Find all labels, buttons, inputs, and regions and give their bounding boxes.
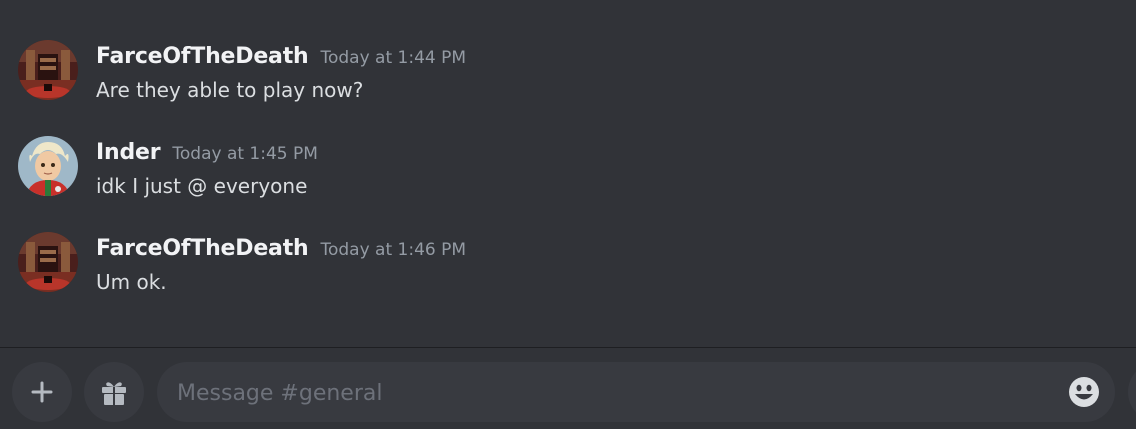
add-attachment-button[interactable] bbox=[12, 362, 72, 422]
message-header: FarceOfTheDeath Today at 1:44 PM bbox=[96, 44, 466, 69]
farce-avatar-image bbox=[18, 40, 78, 100]
username[interactable]: FarceOfTheDeath bbox=[96, 44, 309, 69]
message-item: FarceOfTheDeath Today at 1:44 PM Are the… bbox=[0, 40, 1136, 120]
chat-window: ok FarceOfTheDeath bbox=[0, 0, 1136, 429]
message-list: ok FarceOfTheDeath bbox=[0, 0, 1136, 347]
timestamp: Today at 1:45 PM bbox=[172, 144, 318, 164]
username[interactable]: FarceOfTheDeath bbox=[96, 236, 309, 261]
message-header: Inder Today at 1:45 PM bbox=[96, 140, 318, 165]
username[interactable]: Inder bbox=[96, 140, 161, 165]
smiley-icon bbox=[1069, 377, 1099, 407]
inder-avatar-image bbox=[18, 136, 78, 196]
message-item: Inder Today at 1:45 PM idk I just @ ever… bbox=[0, 136, 1136, 216]
gift-icon bbox=[102, 382, 126, 405]
sticker-button[interactable] bbox=[1128, 362, 1136, 422]
avatar[interactable] bbox=[18, 136, 78, 196]
gift-button[interactable] bbox=[84, 362, 144, 422]
avatar[interactable] bbox=[18, 40, 78, 100]
message-header: FarceOfTheDeath Today at 1:46 PM bbox=[96, 236, 466, 261]
timestamp: Today at 1:46 PM bbox=[320, 240, 467, 260]
timestamp: Today at 1:44 PM bbox=[320, 48, 467, 68]
message-item: FarceOfTheDeath Today at 1:46 PM Um ok. bbox=[0, 232, 1136, 312]
partial-message: ok bbox=[0, 0, 1136, 6]
message-content: Are they able to play now? bbox=[96, 78, 364, 102]
avatar[interactable] bbox=[18, 232, 78, 292]
message-content: Um ok. bbox=[96, 270, 167, 294]
message-content: idk I just @ everyone bbox=[96, 174, 308, 198]
message-input-container bbox=[157, 362, 1115, 424]
farce-avatar-image bbox=[18, 232, 78, 292]
composer-bar bbox=[0, 348, 1136, 429]
emoji-button[interactable] bbox=[1067, 375, 1101, 409]
plus-icon bbox=[31, 381, 53, 403]
message-input[interactable] bbox=[175, 362, 1059, 424]
